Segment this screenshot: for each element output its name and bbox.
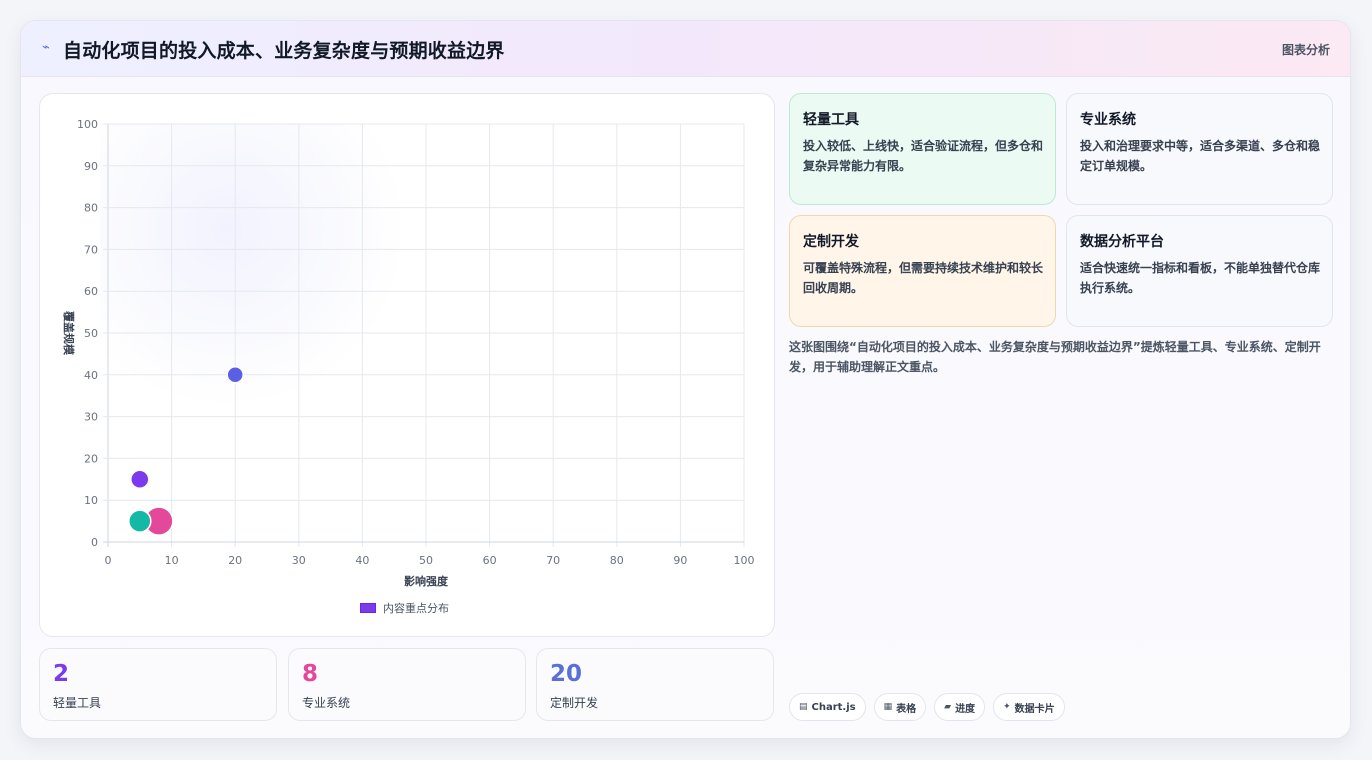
scatter-chart: 0 10 20 30 40 50 60 70 80 90 100 0 10 20 30 40 50 60 70 80 9… [62, 118, 755, 588]
y-tick-label: 10 [84, 494, 98, 507]
x-tick-label: 100 [734, 554, 755, 567]
stat-value: 8 [302, 661, 319, 687]
x-tick-label: 80 [610, 554, 624, 567]
y-axis-title: 覆盖规模 [62, 311, 76, 356]
x-tick-label: 70 [546, 554, 560, 567]
x-tick-label: 30 [292, 554, 306, 567]
page-title: 自动化项目的投入成本、业务复杂度与预期收益边界 [63, 40, 505, 62]
chip-chartjs[interactable]: ▤ Chart.js [789, 693, 866, 721]
main-card: ⌁ 自动化项目的投入成本、业务复杂度与预期收益边界 图表分析 0 10 20 30 40… [20, 20, 1351, 739]
y-tick-label: 20 [84, 452, 98, 465]
x-tick-label: 20 [228, 554, 242, 567]
chip-label: 数据卡片 [1014, 703, 1055, 715]
stat-value: 2 [53, 661, 70, 687]
stat-label: 专业系统 [302, 696, 351, 710]
y-tick-label: 0 [91, 536, 98, 549]
legend-swatch [360, 603, 376, 613]
chart-panel: 0 10 20 30 40 50 60 70 80 90 100 0 10 20 30 40 50 60 70 80 9… [39, 93, 775, 637]
info-card-pro-system: 专业系统 投入和治理要求中等，适合多渠道、多仓和稳定订单规模。 [1066, 93, 1333, 205]
spark-icon: ⌁ [42, 40, 50, 55]
info-card-desc: 可覆盖特殊流程，但需要持续技术维护和较长回收周期。 [803, 261, 1044, 295]
info-card-data-platform: 数据分析平台 适合快速统一指标和看板，不能单独替代仓库执行系统。 [1066, 215, 1333, 327]
chip-table[interactable]: ▦ 表格 [873, 693, 927, 721]
y-tick-label: 60 [84, 285, 98, 298]
info-card-desc: 适合快速统一指标和看板，不能单独替代仓库执行系统。 [1080, 261, 1321, 295]
y-tick-label: 80 [84, 202, 98, 215]
chip-data-card[interactable]: ✦ 数据卡片 [993, 693, 1065, 721]
x-tick-label: 50 [419, 554, 433, 567]
info-card-desc: 投入和治理要求中等，适合多渠道、多仓和稳定订单规模。 [1080, 139, 1321, 173]
card-icon: ✦ [1003, 702, 1011, 712]
info-card-title: 专业系统 [1080, 112, 1136, 128]
chart-note: 这张图围绕“自动化项目的投入成本、业务复杂度与预期收益边界”提炼轻量工具、专业系… [789, 340, 1321, 374]
x-tick-label: 40 [355, 554, 369, 567]
y-tick-label: 30 [84, 411, 98, 424]
info-card-title: 数据分析平台 [1080, 234, 1164, 250]
chip-label: Chart.js [811, 701, 856, 713]
chip-label: 表格 [896, 703, 917, 715]
chip-label: 进度 [955, 703, 976, 715]
tech-chips: ▤ Chart.js ▦ 表格 ▰ 进度 ✦ 数据卡片 [789, 693, 1065, 721]
y-tick-label: 90 [84, 160, 98, 173]
header-bar: ⌁ 自动化项目的投入成本、业务复杂度与预期收益边界 图表分析 [21, 21, 1350, 77]
info-card-title: 定制开发 [803, 234, 859, 250]
stat-label: 轻量工具 [53, 696, 102, 710]
x-axis-title: 影响强度 [404, 574, 449, 588]
y-tick-label: 70 [84, 243, 98, 256]
info-card-title: 轻量工具 [803, 112, 859, 128]
x-tick-label: 0 [105, 554, 112, 567]
stat-card-custom-dev: 20 定制开发 [536, 648, 774, 721]
info-card-light-tools: 轻量工具 投入较低、上线快，适合验证流程，但多仓和复杂异常能力有限。 [789, 93, 1056, 205]
stat-value: 20 [550, 661, 583, 687]
x-tick-label: 90 [673, 554, 687, 567]
chart-icon: ▤ [799, 702, 808, 712]
y-tick-label: 100 [77, 118, 98, 131]
stat-card-light-tools: 2 轻量工具 [39, 648, 277, 721]
data-point [226, 366, 244, 384]
info-card-custom-dev: 定制开发 可覆盖特殊流程，但需要持续技术维护和较长回收周期。 [789, 215, 1056, 327]
info-card-desc: 投入较低、上线快，适合验证流程，但多仓和复杂异常能力有限。 [803, 139, 1044, 173]
y-tick-label: 40 [84, 369, 98, 382]
data-point [128, 509, 152, 533]
table-icon: ▦ [883, 702, 893, 712]
legend-label: 内容重点分布 [383, 602, 449, 615]
progress-icon: ▰ [944, 702, 952, 712]
chart-legend[interactable]: 内容重点分布 [360, 601, 449, 615]
y-tick-label: 50 [84, 327, 98, 340]
x-tick-label: 60 [483, 554, 497, 567]
data-point [130, 469, 150, 490]
stat-card-pro-system: 8 专业系统 [288, 648, 526, 721]
stat-label: 定制开发 [550, 696, 599, 710]
x-tick-label: 10 [165, 554, 179, 567]
header-tag: 图表分析 [1281, 43, 1330, 57]
chip-progress[interactable]: ▰ 进度 [934, 693, 986, 721]
